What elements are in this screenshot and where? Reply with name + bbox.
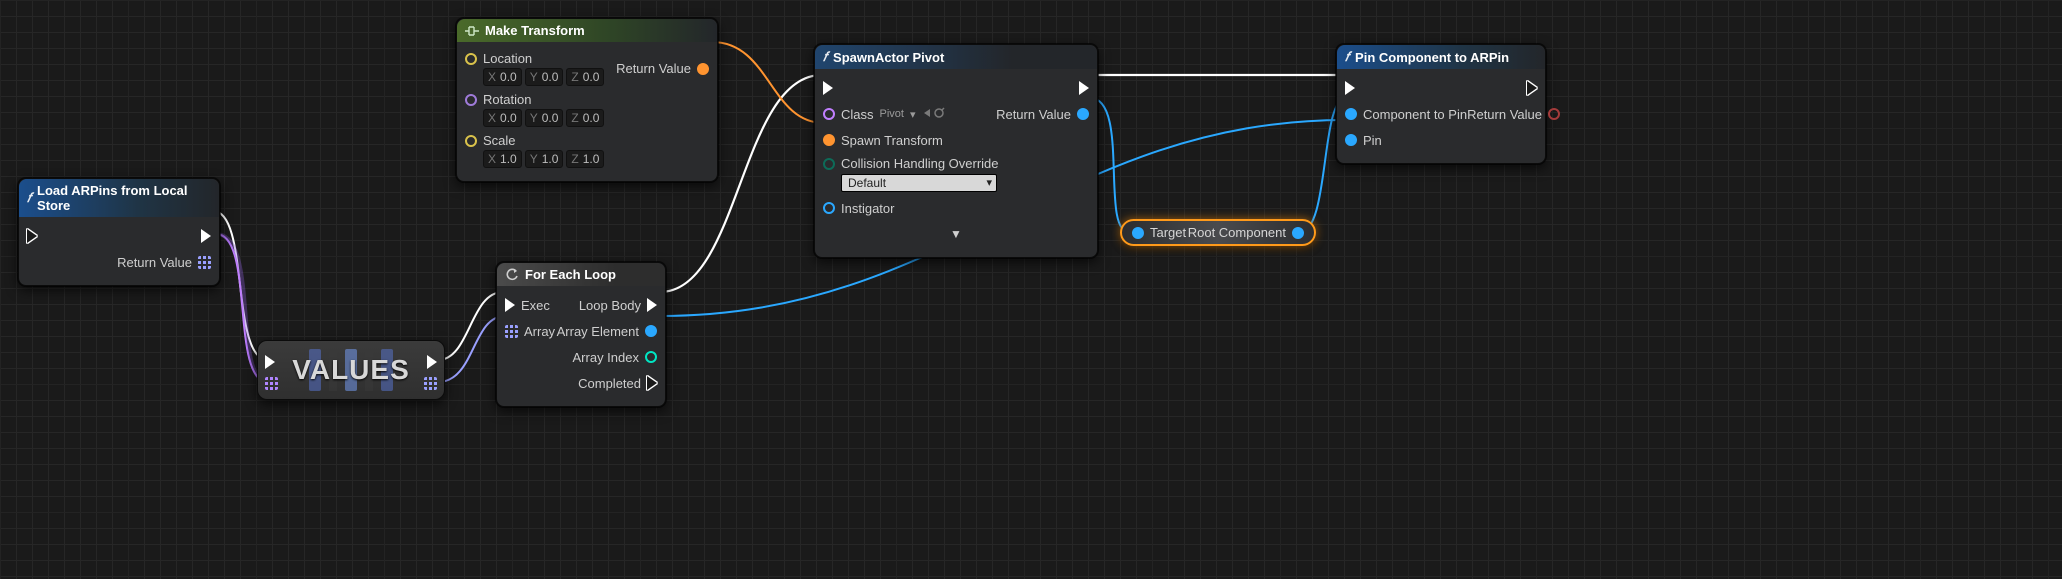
array-index-label: Array Index	[573, 350, 639, 365]
exec-in-pin[interactable]	[27, 229, 37, 243]
title-text: Make Transform	[485, 23, 585, 38]
root-component-out-pin[interactable]	[1292, 227, 1304, 239]
loop-body-pin[interactable]	[647, 298, 657, 312]
exec-in-pin[interactable]	[265, 355, 275, 369]
rotation-label: Rotation	[483, 92, 531, 107]
spawn-transform-label: Spawn Transform	[841, 133, 943, 148]
target-in-pin[interactable]	[1132, 227, 1144, 239]
exec-out-pin[interactable]	[1527, 81, 1537, 95]
node-title: 𝑓 SpawnActor Pivot	[815, 45, 1097, 69]
completed-pin[interactable]	[647, 376, 657, 390]
exec-out-pin[interactable]	[427, 355, 437, 369]
node-title: For Each Loop	[497, 263, 665, 286]
node-title: 𝑓 Load ARPins from Local Store	[19, 179, 219, 217]
array-element-label: Array Element	[557, 324, 639, 339]
location-xyz[interactable]: X0.0 Y0.0 Z0.0	[483, 68, 604, 86]
class-value[interactable]: Pivot	[880, 108, 904, 120]
browse-reset-icons[interactable]	[922, 107, 946, 122]
function-icon: 𝑓	[27, 190, 31, 206]
return-value-label: Return Value	[996, 107, 1071, 122]
exec-in-pin[interactable]	[1345, 81, 1355, 95]
function-icon: 𝑓	[1345, 49, 1349, 65]
struct-icon	[465, 25, 479, 37]
array-index-pin[interactable]	[645, 351, 657, 363]
instigator-pin[interactable]	[823, 202, 835, 214]
node-for-each-loop[interactable]: For Each Loop Exec Loop Body Array Array…	[496, 262, 666, 407]
title-text: Pin Component to ARPin	[1355, 50, 1509, 65]
map-in-pin[interactable]	[265, 377, 278, 390]
array-element-pin[interactable]	[645, 325, 657, 337]
component-to-pin-pin[interactable]	[1345, 108, 1357, 120]
pin-label: Pin	[1363, 133, 1382, 148]
exec-in-pin[interactable]	[823, 81, 833, 95]
node-load-arpins[interactable]: 𝑓 Load ARPins from Local Store Return Va…	[18, 178, 220, 286]
exec-out-pin[interactable]	[201, 229, 211, 243]
return-value-pin[interactable]	[1548, 108, 1560, 120]
scale-pin[interactable]	[465, 135, 477, 147]
array-out-pin[interactable]	[424, 377, 437, 390]
exec-out-pin[interactable]	[1079, 81, 1089, 95]
node-pin-component-to-arpin[interactable]: 𝑓 Pin Component to ARPin Component to Pi…	[1336, 44, 1546, 164]
array-in-pin[interactable]	[505, 325, 518, 338]
array-label: Array	[524, 324, 555, 339]
class-label: Class	[841, 107, 874, 122]
completed-label: Completed	[578, 376, 641, 391]
title-text: SpawnActor Pivot	[833, 50, 944, 65]
chevron-down-icon[interactable]: ▾	[910, 108, 916, 121]
title-text: For Each Loop	[525, 267, 616, 282]
title-text: Load ARPins from Local Store	[37, 183, 209, 213]
return-value-label: Return Value	[117, 255, 192, 270]
node-spawn-actor[interactable]: 𝑓 SpawnActor Pivot Class Pivot ▾ Return …	[814, 44, 1098, 258]
collision-override-pin[interactable]	[823, 158, 835, 170]
node-title: 𝑓 Pin Component to ARPin	[1337, 45, 1545, 69]
exec-in-pin[interactable]	[505, 298, 515, 312]
exec-label: Exec	[521, 298, 550, 313]
loop-icon	[505, 268, 519, 282]
collision-override-select[interactable]: Default	[841, 174, 997, 192]
root-component-label: Root Component	[1188, 225, 1286, 240]
return-value-label: Return Value	[1467, 107, 1542, 122]
node-map-values[interactable]: VALUES	[257, 340, 445, 400]
target-label: Target	[1150, 225, 1186, 240]
pin-pin[interactable]	[1345, 134, 1357, 146]
node-make-transform[interactable]: Make Transform Location X0.0 Y0.0 Z0.0 R…	[456, 18, 718, 182]
chevron-down-icon[interactable]: ▼	[950, 227, 962, 241]
return-value-label: Return Value	[616, 61, 691, 76]
component-to-pin-label: Component to Pin	[1363, 107, 1467, 122]
collision-override-label: Collision Handling Override	[841, 156, 999, 171]
return-value-pin[interactable]	[1077, 108, 1089, 120]
values-label: VALUES	[258, 341, 444, 399]
array-out-pin[interactable]	[198, 256, 211, 269]
return-value-pin[interactable]	[697, 63, 709, 75]
scale-label: Scale	[483, 133, 516, 148]
rotation-xyz[interactable]: X0.0 Y0.0 Z0.0	[483, 109, 604, 127]
spawn-transform-pin[interactable]	[823, 134, 835, 146]
loop-body-label: Loop Body	[579, 298, 641, 313]
class-pin[interactable]	[823, 108, 835, 120]
node-variable-get-root-component[interactable]: Target Root Component	[1120, 219, 1316, 246]
function-icon: 𝑓	[823, 49, 827, 65]
scale-xyz[interactable]: X1.0 Y1.0 Z1.0	[483, 150, 604, 168]
location-label: Location	[483, 51, 532, 66]
node-title: Make Transform	[457, 19, 717, 42]
instigator-label: Instigator	[841, 201, 894, 216]
location-pin[interactable]	[465, 53, 477, 65]
rotation-pin[interactable]	[465, 94, 477, 106]
